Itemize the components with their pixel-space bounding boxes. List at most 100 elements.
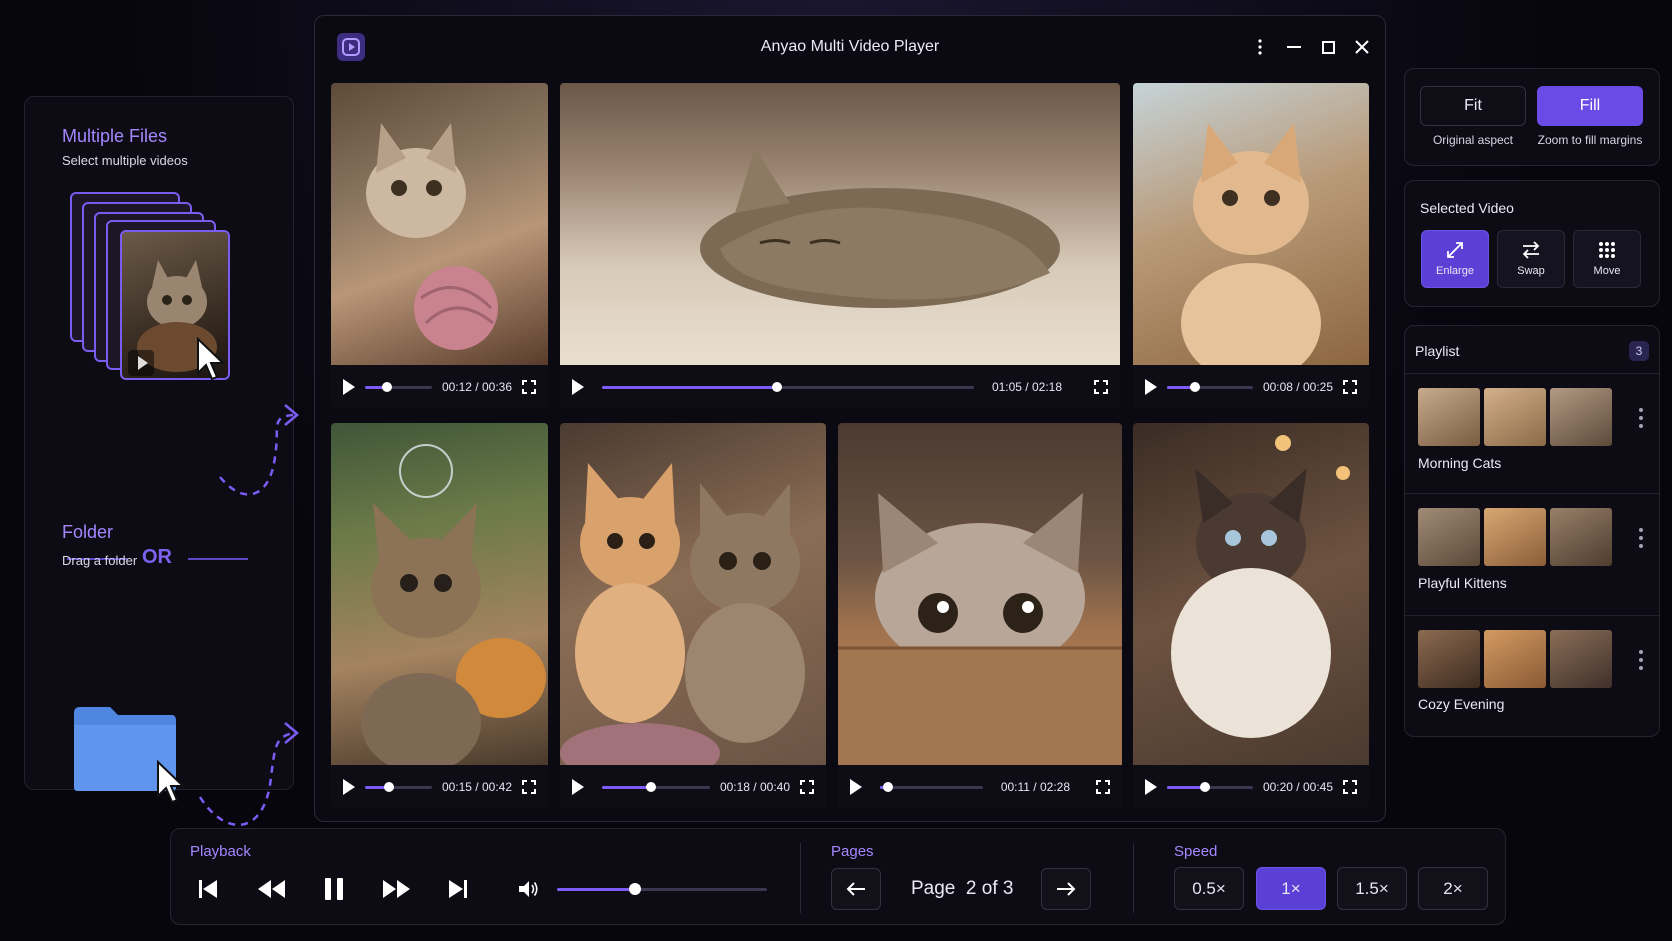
play-button[interactable]	[572, 379, 584, 395]
maximize-icon[interactable]	[1317, 36, 1339, 58]
fullscreen-icon[interactable]	[1096, 780, 1110, 794]
more-options-icon[interactable]	[1249, 36, 1271, 58]
swap-button[interactable]: Swap	[1497, 230, 1565, 288]
playlist-item[interactable]: Morning Cats	[1405, 373, 1659, 493]
folder-subtitle: Drag a folder	[62, 553, 138, 568]
fit-button[interactable]: Fit	[1420, 86, 1526, 126]
fullscreen-icon[interactable]	[1343, 380, 1357, 394]
fullscreen-icon[interactable]	[1094, 380, 1108, 394]
play-button[interactable]	[1145, 779, 1157, 795]
playlist-name: Cozy Evening	[1418, 696, 1505, 712]
close-icon[interactable]	[1351, 36, 1373, 58]
fullscreen-icon[interactable]	[1343, 780, 1357, 794]
speed-label: Speed	[1174, 843, 1218, 860]
divider	[800, 843, 801, 913]
next-page-button[interactable]	[1041, 868, 1091, 910]
play-icon	[128, 350, 154, 376]
play-button[interactable]	[343, 779, 355, 795]
seek-bar[interactable]	[602, 781, 710, 792]
playlist-thumbnail	[1418, 508, 1480, 566]
more-options-icon[interactable]	[1639, 528, 1643, 548]
fill-caption: Zoom to fill margins	[1537, 133, 1643, 147]
playlist-thumbnail	[1550, 508, 1612, 566]
playlist-thumbnail	[1484, 630, 1546, 688]
fullscreen-icon[interactable]	[800, 780, 814, 794]
fast-forward-icon[interactable]	[379, 874, 415, 904]
video-tile[interactable]: 00:11 / 02:28	[838, 423, 1122, 809]
arrow-left-icon	[846, 882, 865, 896]
folder-title: Folder	[62, 522, 114, 542]
video-tile[interactable]: 00:12 / 00:36	[331, 83, 548, 409]
move-label: Move	[1593, 265, 1621, 277]
seek-fill	[602, 385, 777, 389]
skip-previous-icon[interactable]	[193, 874, 223, 904]
speed-option-1x[interactable]: 1×	[1256, 867, 1326, 910]
seek-handle[interactable]	[771, 381, 782, 392]
seek-handle[interactable]	[645, 781, 656, 792]
playlist-item[interactable]: Cozy Evening	[1405, 615, 1659, 735]
swap-icon	[1522, 241, 1540, 259]
arrow-right-icon	[1057, 882, 1076, 896]
seek-handle[interactable]	[384, 781, 395, 792]
control-bar: Playback Pages Page 2 of 3 Speed 0.5× 1×…	[170, 828, 1506, 925]
playlist-thumbnail	[1550, 630, 1612, 688]
more-options-icon[interactable]	[1639, 408, 1643, 428]
skip-next-icon[interactable]	[443, 874, 473, 904]
rewind-icon[interactable]	[253, 874, 289, 904]
drag-arrow-icon	[219, 404, 299, 496]
playlist-thumbnail	[1418, 630, 1480, 688]
seek-handle[interactable]	[883, 781, 894, 792]
more-options-icon[interactable]	[1639, 650, 1643, 670]
play-button[interactable]	[572, 779, 584, 795]
playlist-count-badge: 3	[1629, 341, 1649, 361]
enlarge-button[interactable]: Enlarge	[1421, 230, 1489, 288]
seek-bar[interactable]	[1167, 781, 1253, 792]
speed-option-2x[interactable]: 2×	[1418, 867, 1488, 910]
video-thumbnail	[1133, 423, 1369, 765]
play-button[interactable]	[343, 379, 355, 395]
seek-bar[interactable]	[602, 381, 974, 392]
page-indicator: Page 2 of 3	[911, 878, 1014, 899]
volume-slider[interactable]	[557, 883, 767, 895]
seek-bar[interactable]	[365, 381, 432, 392]
video-controls: 00:08 / 00:25	[1133, 365, 1369, 409]
seek-bar[interactable]	[880, 781, 983, 792]
video-tile[interactable]: 00:15 / 00:42	[331, 423, 548, 809]
seek-handle[interactable]	[1199, 781, 1210, 792]
video-tile[interactable]: 00:08 / 00:25	[1133, 83, 1369, 409]
player-window: Anyao Multi Video Player 00:12 / 00:36 0…	[314, 15, 1386, 822]
pause-icon[interactable]	[319, 874, 349, 904]
seek-handle[interactable]	[1189, 381, 1200, 392]
previous-page-button[interactable]	[831, 868, 881, 910]
volume-handle[interactable]	[628, 883, 641, 895]
video-controls: 00:20 / 00:45	[1133, 765, 1369, 809]
minimize-icon[interactable]	[1283, 36, 1305, 58]
enlarge-label: Enlarge	[1436, 265, 1474, 277]
fullscreen-icon[interactable]	[522, 780, 536, 794]
seek-fill	[602, 785, 651, 789]
seek-handle[interactable]	[382, 381, 393, 392]
selected-video-panel: Selected Video Enlarge Swap Move	[1404, 180, 1660, 307]
cursor-icon	[157, 760, 186, 804]
playlist-thumbnail	[1418, 388, 1480, 446]
seek-bar[interactable]	[365, 781, 432, 792]
volume-icon[interactable]	[514, 874, 544, 904]
video-tile[interactable]: 01:05 / 02:18	[560, 83, 1120, 409]
fullscreen-icon[interactable]	[522, 380, 536, 394]
play-button[interactable]	[850, 779, 862, 795]
seek-bar[interactable]	[1167, 381, 1253, 392]
move-button[interactable]: Move	[1573, 230, 1641, 288]
speed-option-0-5x[interactable]: 0.5×	[1174, 867, 1244, 910]
video-tile[interactable]: 00:20 / 00:45	[1133, 423, 1369, 809]
divider	[188, 558, 248, 560]
video-controls: 00:18 / 00:40	[560, 765, 826, 809]
video-tile[interactable]: 00:18 / 00:40	[560, 423, 826, 809]
play-button[interactable]	[1145, 379, 1157, 395]
playlist-name: Playful Kittens	[1418, 575, 1507, 591]
video-thumbnail	[560, 83, 1120, 365]
speed-option-1-5x[interactable]: 1.5×	[1337, 867, 1407, 910]
folder-dropzone[interactable]	[72, 705, 186, 804]
fill-button[interactable]: Fill	[1537, 86, 1643, 126]
playlist-item[interactable]: Playful Kittens	[1405, 493, 1659, 613]
video-controls: 00:12 / 00:36	[331, 365, 548, 409]
